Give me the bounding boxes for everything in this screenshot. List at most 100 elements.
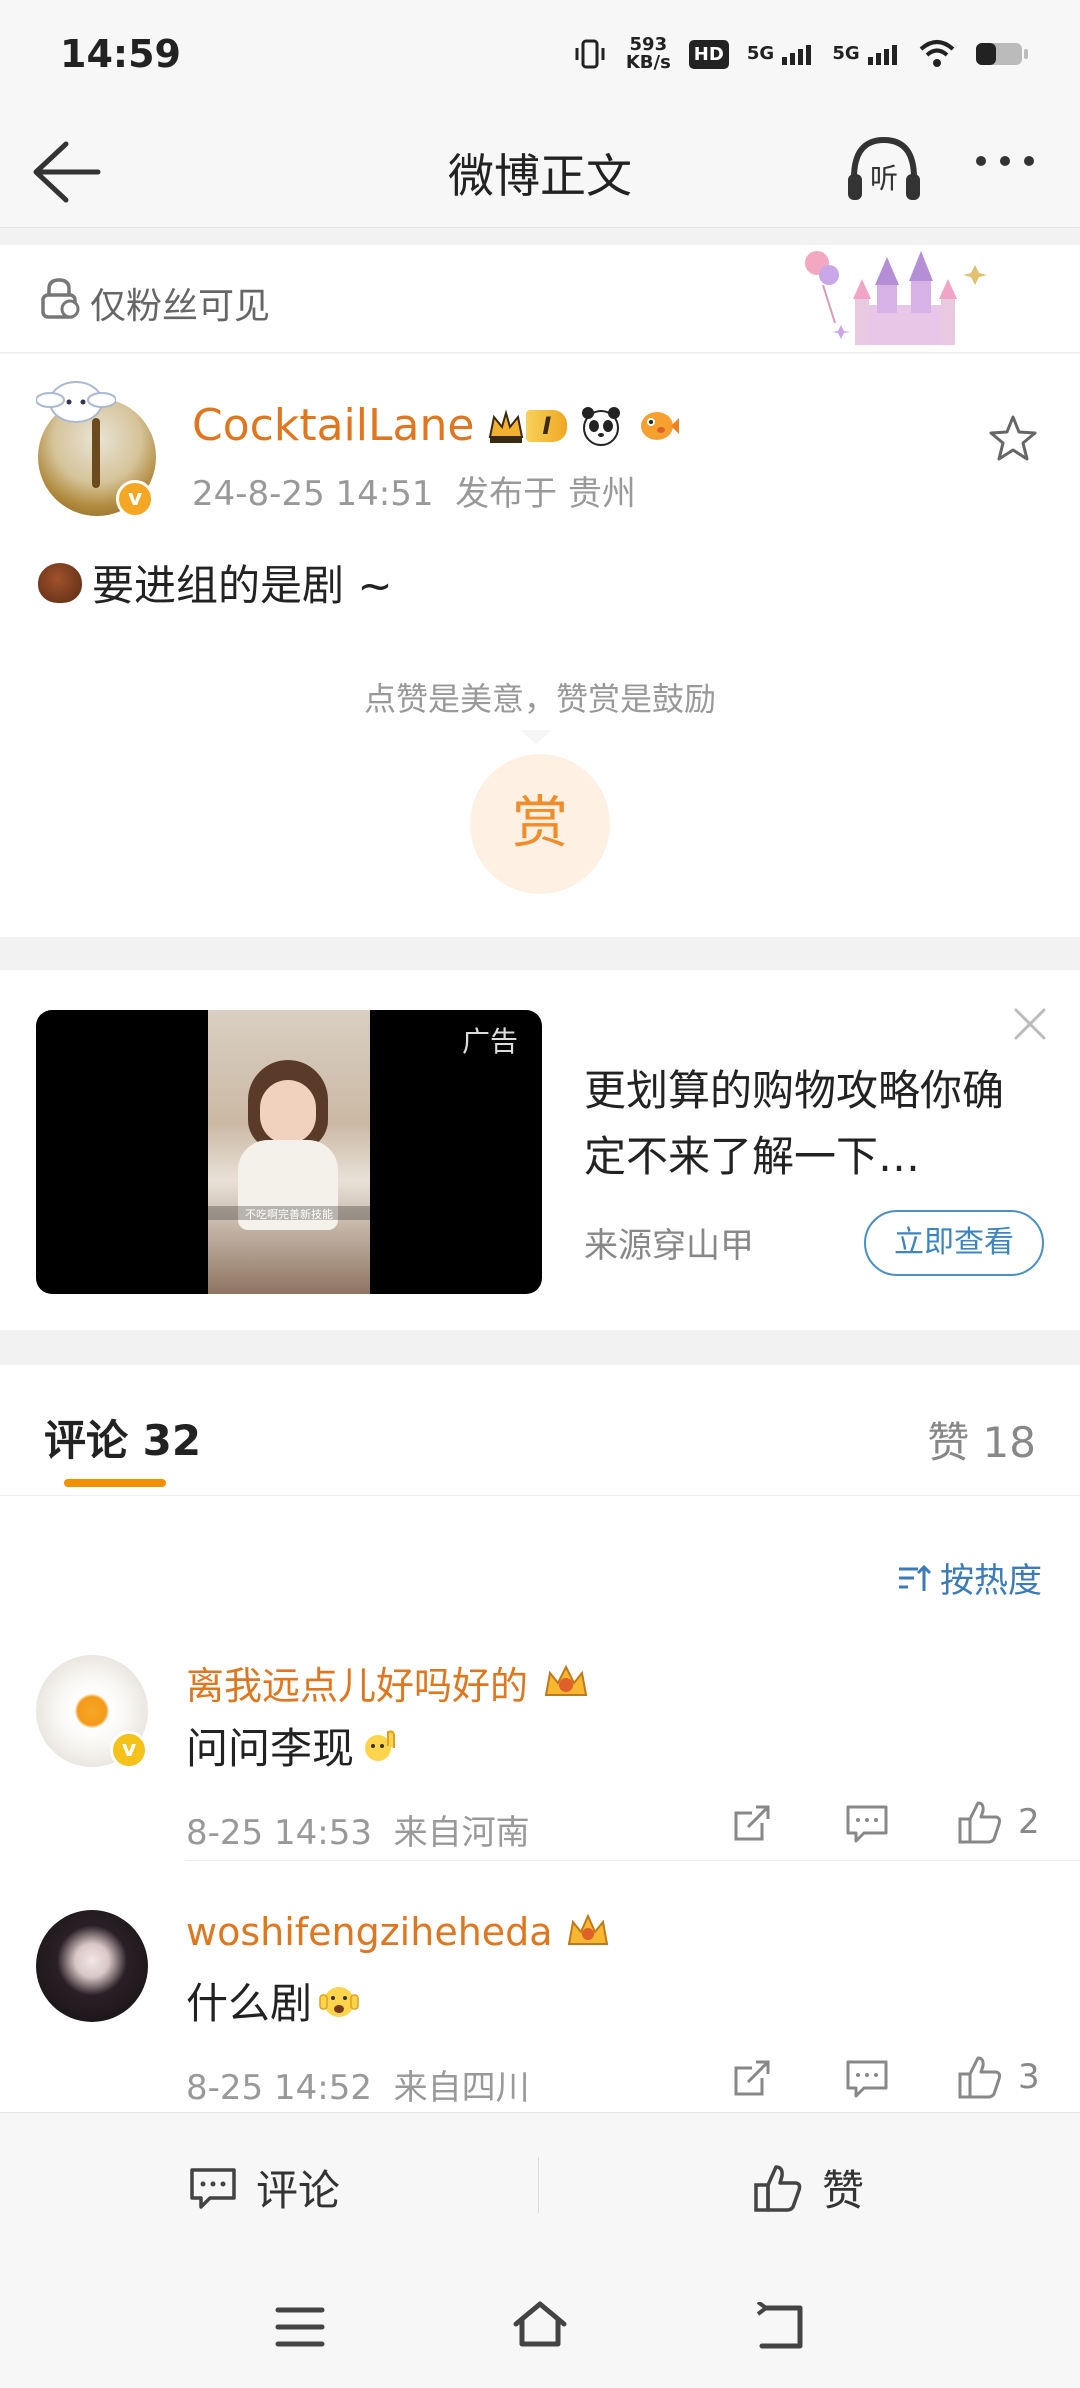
- hd-icon: HD: [688, 39, 729, 69]
- more-button[interactable]: [976, 156, 1034, 166]
- tab-likes[interactable]: 赞 18: [927, 1409, 1036, 1470]
- ad-tag: 广告: [461, 1025, 518, 1058]
- author-name[interactable]: CocktailLane I: [192, 400, 681, 451]
- fan-crown-icon: [544, 1664, 588, 1696]
- pufferfish-emoji-icon: [641, 411, 680, 440]
- post-card: v CocktailLane I 24-8-25 14:51 发布于 贵州 要进…: [0, 354, 1080, 937]
- comment-bubble-icon: [846, 2060, 888, 2098]
- post-body: 要进组的是剧 ~: [38, 552, 393, 613]
- like-action-button[interactable]: 赞: [752, 2157, 864, 2218]
- comment-bubble-icon: [846, 1805, 888, 1843]
- comment-action-button[interactable]: 评论: [188, 2157, 340, 2218]
- ad-video[interactable]: 不吃啊完善新技能 广告: [36, 1010, 542, 1294]
- menu-nav-button[interactable]: [272, 2304, 328, 2350]
- bottom-action-bar: 评论 赞: [0, 2112, 1080, 2262]
- verified-badge: v: [116, 480, 154, 518]
- comment-author[interactable]: woshifengziheheda: [186, 1910, 611, 1954]
- comment-location: 来自四川: [393, 2068, 530, 2108]
- reply-button[interactable]: [844, 1801, 890, 1845]
- lock-icon: [36, 275, 82, 321]
- reward-pointer: [520, 730, 552, 744]
- back-return-icon: [756, 2302, 803, 2349]
- comment-item: woshifengziheheda 什么剧 8-25 14:52 来自四川 3: [0, 1910, 1080, 2130]
- comment-item: v 离我远点儿好吗好的 问问李现 8-25 14:53 来自河南 2: [0, 1655, 1080, 1905]
- visibility-banner: 仅粉丝可见: [0, 245, 1080, 353]
- comment-text: 问问李现: [186, 1724, 355, 1773]
- ad-cta-button[interactable]: 立即查看: [864, 1210, 1044, 1276]
- post-location: 发布于 贵州: [455, 474, 636, 514]
- raise-hand-emoji-icon: [365, 1730, 396, 1761]
- listen-label: 听: [870, 162, 898, 195]
- battery-icon: [974, 40, 1030, 68]
- share-button[interactable]: [730, 1801, 774, 1845]
- like-button[interactable]: 2: [956, 1799, 1040, 1845]
- verified-badge: v: [110, 1731, 148, 1769]
- author-avatar[interactable]: v: [36, 381, 156, 518]
- visibility-label: 仅粉丝可见: [90, 286, 271, 327]
- back-nav-button[interactable]: [752, 2302, 808, 2352]
- ad-title[interactable]: 更划算的购物攻略你确定不来了解一下…: [584, 1058, 1014, 1190]
- comment-location: 来自河南: [393, 1813, 530, 1853]
- sim2-label: 5G: [832, 43, 860, 64]
- sort-icon: [899, 1564, 932, 1591]
- listen-button[interactable]: 听: [844, 132, 924, 208]
- status-bar: 14:59 593 KB/s HD 5G 5G: [0, 0, 1080, 110]
- status-time: 14:59: [60, 32, 181, 76]
- comment-timestamp: 8-25 14:52: [186, 2068, 372, 2108]
- net-speed-unit: KB/s: [625, 52, 671, 73]
- level-badge-text: I: [526, 409, 568, 442]
- ad-card[interactable]: 不吃啊完善新技能 广告 更划算的购物攻略你确定不来了解一下… 来源穿山甲 立即查…: [0, 970, 1080, 1330]
- comment-timestamp: 8-25 14:53: [186, 1813, 372, 1853]
- comment-author[interactable]: 离我远点儿好吗好的: [186, 1655, 592, 1710]
- post-timestamp: 24-8-25 14:51: [192, 474, 434, 514]
- home-icon: [513, 2301, 567, 2347]
- comment-meta: 8-25 14:53 来自河南: [186, 1805, 530, 1854]
- like-button[interactable]: 3: [956, 2054, 1040, 2100]
- signal-bars-icon: [782, 45, 812, 65]
- post-meta: 24-8-25 14:51 发布于 贵州: [192, 466, 636, 515]
- more-dot-icon: [1000, 156, 1010, 166]
- like-count: 3: [1018, 2057, 1040, 2097]
- net-speed: 593 KB/s: [626, 36, 671, 72]
- more-dot-icon: [1024, 156, 1034, 166]
- menu-icon: [275, 2307, 325, 2347]
- ad-close-button[interactable]: [1010, 1004, 1050, 1044]
- share-button[interactable]: [730, 2056, 774, 2100]
- nav-bar: 微博正文 听: [0, 110, 1080, 228]
- sort-button[interactable]: 按热度: [896, 1553, 1042, 1602]
- reply-button[interactable]: [844, 2056, 890, 2100]
- vibrate-icon: [572, 36, 608, 72]
- comment-author-name: 离我远点儿好吗好的: [186, 1664, 529, 1708]
- reward-button[interactable]: 赏: [470, 754, 610, 894]
- crown-icon: [489, 408, 524, 443]
- comment-avatar[interactable]: v: [36, 1655, 148, 1769]
- ad-video-caption: 不吃啊完善新技能: [208, 1206, 370, 1221]
- share-icon: [734, 1805, 770, 1841]
- scared-emoji-icon: [319, 1986, 359, 2017]
- favorite-button[interactable]: [986, 412, 1040, 466]
- thumbs-up-icon: [958, 1801, 1002, 1844]
- castle-decoration-icon: [795, 245, 1005, 353]
- tab-comments[interactable]: 评论 32: [44, 1407, 201, 1468]
- signal-sim1: 5G: [747, 43, 815, 65]
- more-dot-icon: [976, 156, 986, 166]
- bottom-bar-divider: [538, 2157, 539, 2213]
- headphones-icon: 听: [848, 136, 920, 200]
- ad-photo: 不吃啊完善新技能: [208, 1010, 370, 1294]
- signal-sim2: 5G: [832, 43, 900, 65]
- comment-avatar[interactable]: [36, 1910, 148, 2022]
- sim1-label: 5G: [746, 43, 775, 64]
- reward-hint: 点赞是美意，赞赏是鼓励: [363, 680, 716, 718]
- comment-text: 什么剧: [186, 1979, 313, 2028]
- post-text: 要进组的是剧 ~: [92, 561, 393, 610]
- like-count: 2: [1018, 1802, 1040, 1842]
- ad-source: 来源穿山甲: [584, 1226, 754, 1266]
- fan-crown-icon: [567, 1913, 608, 1945]
- panda-emoji-icon: [582, 406, 621, 446]
- system-navigation-bar: [0, 2262, 1080, 2388]
- tab-divider: [0, 1495, 1080, 1496]
- like-action-label: 赞: [822, 2166, 865, 2215]
- wifi-icon: [918, 39, 956, 69]
- home-nav-button[interactable]: [510, 2298, 570, 2350]
- star-icon: [989, 415, 1037, 461]
